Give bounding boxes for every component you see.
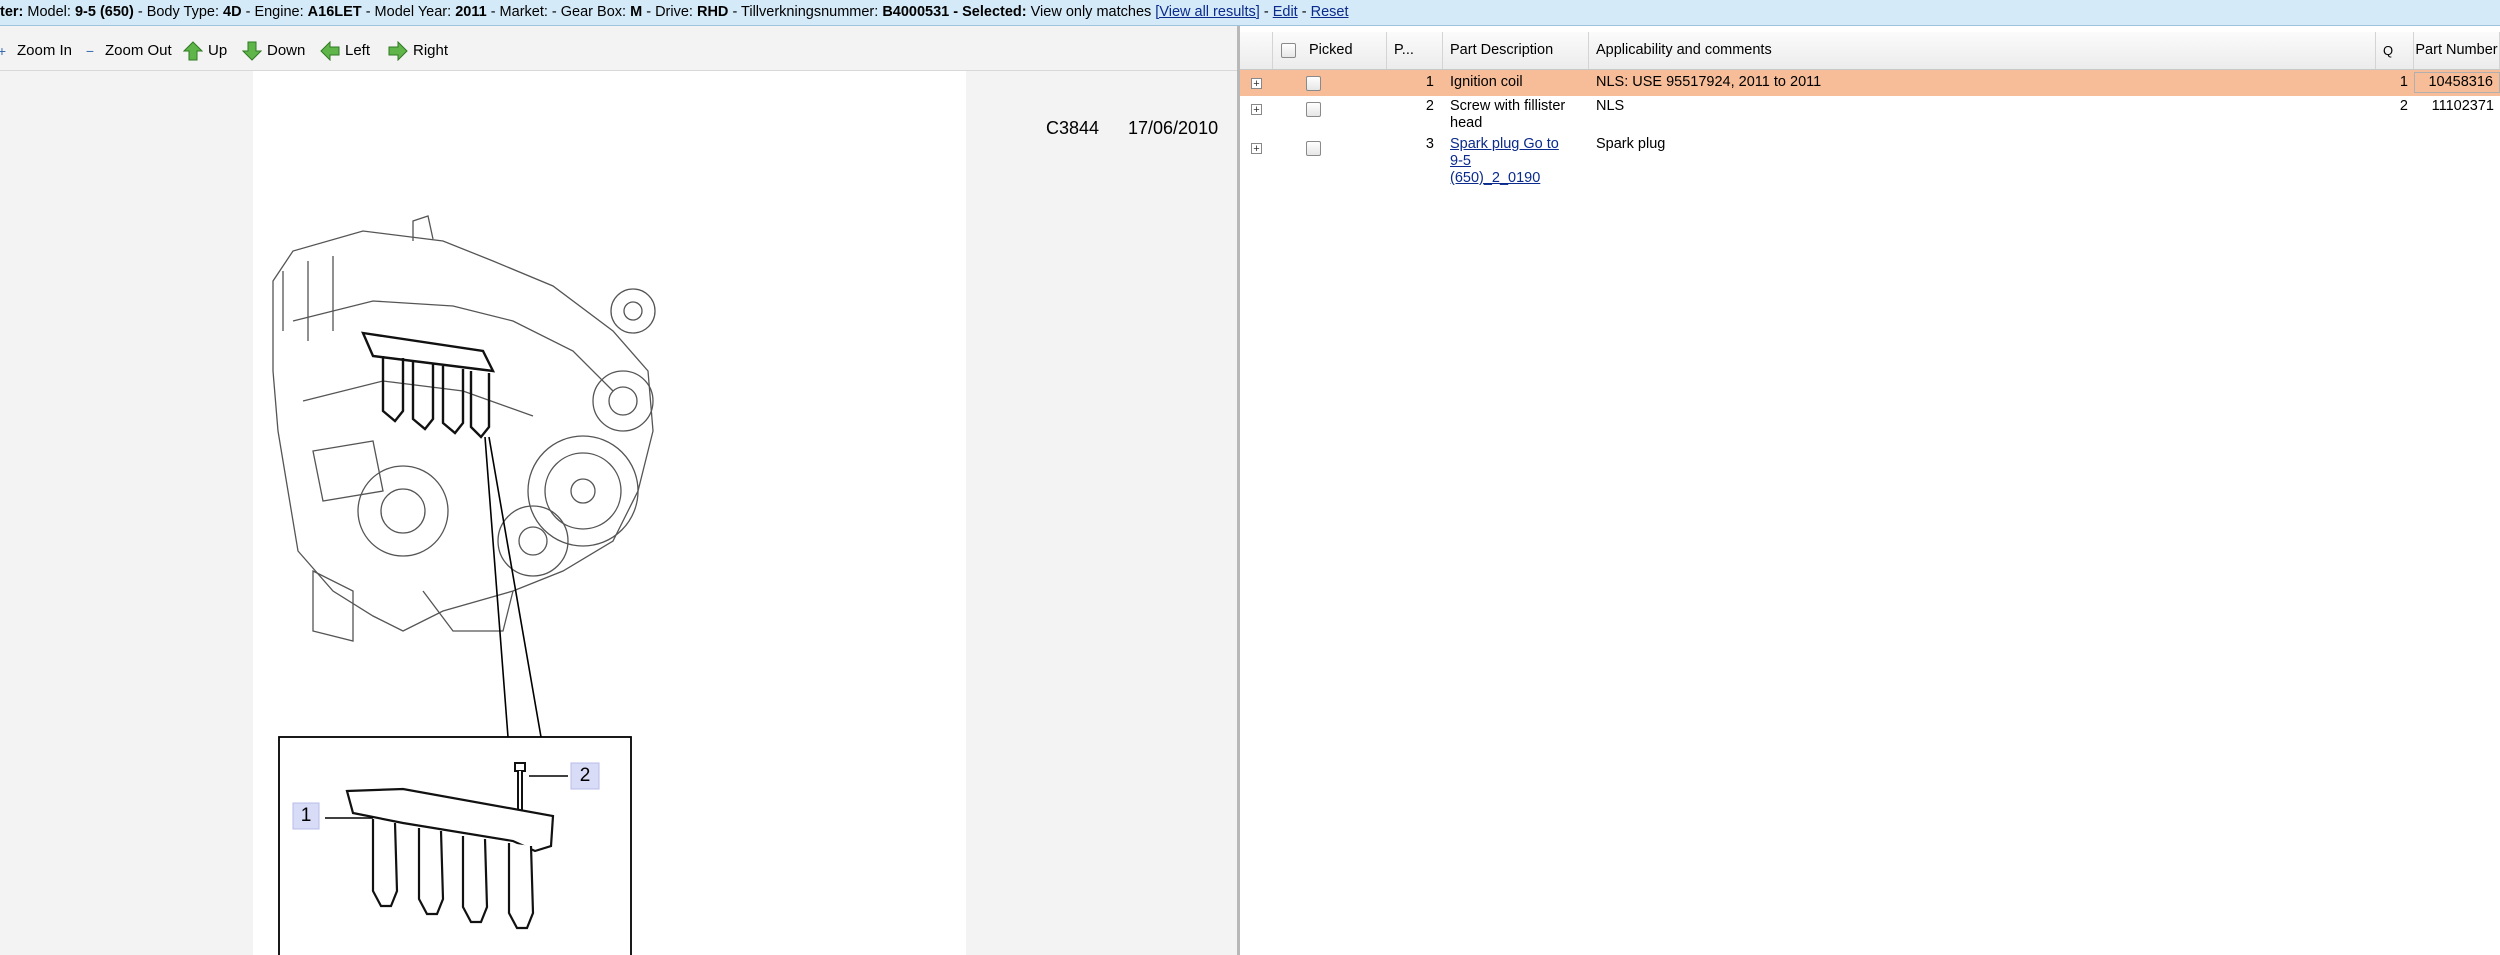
header-expand-column bbox=[1240, 32, 1273, 69]
market-gearbox-label: - Market: - Gear Box: bbox=[490, 4, 627, 20]
filter-bar: ter: Model: 9-5 (650) - Body Type: 4D - … bbox=[0, 0, 2500, 26]
header-picked[interactable]: Picked bbox=[1273, 32, 1387, 69]
view-all-results-link[interactable]: [View all results] bbox=[1155, 4, 1260, 20]
expand-row-icon[interactable]: + bbox=[1251, 143, 1262, 155]
zoom-in-label: Zoom In bbox=[17, 42, 73, 59]
arrow-down-icon bbox=[241, 41, 263, 61]
separator: - bbox=[1263, 4, 1269, 20]
table-row[interactable]: + 2 Screw with fillister head NLS 2 1110… bbox=[1240, 96, 2500, 134]
drive-value: RHD bbox=[696, 4, 729, 20]
header-part-description[interactable]: Part Description bbox=[1443, 32, 1589, 69]
reset-link[interactable]: Reset bbox=[1311, 4, 1349, 20]
header-quantity[interactable]: Q bbox=[2376, 32, 2414, 69]
pan-left-label: Left bbox=[345, 42, 371, 59]
pan-up-label: Up bbox=[208, 42, 228, 59]
pan-right-button[interactable]: Right bbox=[388, 34, 448, 68]
illustration-date: 17/06/2010 bbox=[1128, 118, 1219, 138]
illustration-pane: + Zoom In − Zoom Out Up Down Left Right … bbox=[0, 26, 1237, 955]
header-picked-label: Picked bbox=[1309, 42, 1353, 58]
body-label: - Body Type: bbox=[137, 4, 219, 20]
description-cell: Screw with fillister head bbox=[1450, 98, 1566, 131]
tillverkningsnummer-label: - Tillverkningsnummer: bbox=[732, 4, 879, 20]
quantity-cell: 2 bbox=[2399, 98, 2408, 114]
part-number-cell[interactable]: 10458316 bbox=[2414, 72, 2500, 93]
position-cell: 3 bbox=[1425, 136, 1434, 152]
year-value: 2011 bbox=[455, 4, 487, 20]
applicability-cell: Spark plug bbox=[1596, 136, 1666, 152]
expand-row-icon[interactable]: + bbox=[1251, 104, 1262, 116]
zoom-out-icon: − bbox=[85, 43, 95, 59]
filter-prefix: ter: bbox=[0, 4, 24, 20]
expand-row-icon[interactable]: + bbox=[1251, 78, 1262, 90]
header-applicability[interactable]: Applicability and comments bbox=[1589, 32, 2376, 69]
pan-right-label: Right bbox=[413, 42, 449, 59]
spark-plug-goto-link[interactable]: Spark plug Go to 9-5 (650)_2_0190 bbox=[1450, 136, 1559, 186]
description-cell: Ignition coil bbox=[1450, 74, 1523, 90]
grid-header: Picked P... Part Description Applicabili… bbox=[1240, 32, 2500, 70]
pan-down-button[interactable]: Down bbox=[241, 34, 306, 68]
tillverkningsnummer-value: B4000531 bbox=[882, 4, 950, 20]
parts-illustration[interactable]: C3844 17/06/2010 1 2 bbox=[253, 71, 1218, 955]
applicability-cell: NLS: USE 95517924, 2011 to 2011 bbox=[1596, 74, 1822, 90]
position-cell: 1 bbox=[1425, 74, 1434, 90]
pan-left-button[interactable]: Left bbox=[320, 34, 370, 68]
zoom-in-icon: + bbox=[0, 43, 7, 59]
callout-1[interactable]: 1 bbox=[293, 803, 319, 829]
body-value: 4D bbox=[223, 4, 242, 20]
table-row[interactable]: + 1 Ignition coil NLS: USE 95517924, 201… bbox=[1240, 70, 2500, 96]
arrow-up-icon bbox=[182, 41, 204, 61]
year-label: - Model Year: bbox=[365, 4, 452, 20]
separator: - bbox=[1301, 4, 1307, 20]
header-position[interactable]: P... bbox=[1387, 32, 1443, 69]
illustration-code: C3844 bbox=[1046, 118, 1100, 138]
gearbox-value: M bbox=[630, 4, 643, 20]
zoom-in-button[interactable]: + Zoom In bbox=[0, 34, 72, 68]
model-label: Model: bbox=[27, 4, 71, 20]
pan-up-button[interactable]: Up bbox=[182, 34, 228, 68]
viewer-toolbar: + Zoom In − Zoom Out Up Down Left Right bbox=[0, 34, 1237, 71]
drive-label: - Drive: bbox=[646, 4, 693, 20]
engine-label: - Engine: bbox=[245, 4, 304, 20]
position-cell: 2 bbox=[1425, 98, 1434, 114]
model-value: 9-5 (650) bbox=[74, 4, 134, 20]
pick-checkbox[interactable] bbox=[1306, 141, 1321, 156]
description-cell: Spark plug Go to 9-5 (650)_2_0190 bbox=[1443, 136, 1563, 187]
callout-2[interactable]: 2 bbox=[571, 763, 599, 789]
parts-grid: Picked P... Part Description Applicabili… bbox=[1240, 26, 2500, 955]
engine-drawing bbox=[272, 215, 656, 955]
edit-link[interactable]: Edit bbox=[1273, 4, 1298, 20]
table-row[interactable]: + 3 Spark plug Go to 9-5 (650)_2_0190 Sp… bbox=[1240, 134, 2500, 186]
arrow-right-icon bbox=[388, 40, 408, 62]
selected-label: - Selected: bbox=[953, 4, 1027, 20]
selected-value: View only matches bbox=[1030, 4, 1152, 20]
select-all-checkbox[interactable] bbox=[1281, 43, 1296, 58]
header-part-number[interactable]: Part Number bbox=[2414, 32, 2500, 69]
quantity-cell: 1 bbox=[2399, 74, 2408, 90]
pick-checkbox[interactable] bbox=[1306, 76, 1321, 91]
zoom-out-label: Zoom Out bbox=[105, 42, 172, 59]
pick-checkbox[interactable] bbox=[1306, 102, 1321, 117]
pan-down-label: Down bbox=[267, 42, 306, 59]
zoom-out-button[interactable]: − Zoom Out bbox=[80, 34, 172, 68]
engine-value: A16LET bbox=[307, 4, 362, 20]
applicability-cell: NLS bbox=[1596, 98, 1625, 114]
part-number-cell[interactable]: 11102371 bbox=[2414, 98, 2500, 115]
arrow-left-icon bbox=[320, 40, 340, 62]
